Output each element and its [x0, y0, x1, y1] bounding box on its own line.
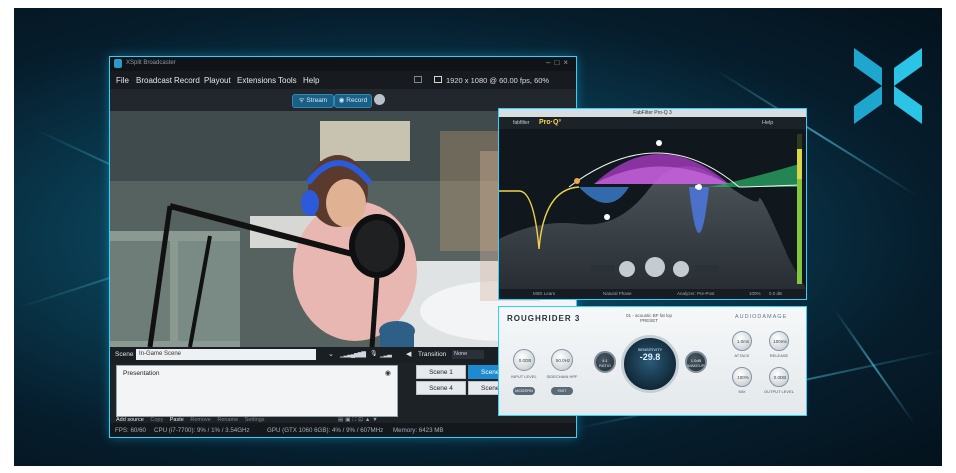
proq-window: FabFilter Pro-Q 3 fabfilter Pro·Q³ Help — [498, 108, 807, 300]
release-label: RELEASE — [769, 353, 789, 358]
output-level-label: OUTPUT LEVEL — [764, 389, 794, 394]
fps-readout: FPS: 60/60 — [115, 427, 146, 434]
proq-help-button[interactable]: Help — [762, 120, 773, 126]
release-value: 100ms — [773, 339, 787, 344]
roughrider-window: ROUGHRIDER 3 01 - acoustic BF fat lop PR… — [498, 306, 807, 416]
stream-label: Stream — [306, 97, 328, 104]
release-knob[interactable]: 100ms — [769, 331, 789, 351]
visibility-eye-icon[interactable]: ◉ — [385, 369, 391, 377]
input-level-value: 0.0DB — [518, 358, 532, 363]
scene-button-4[interactable]: Scene 4 — [416, 381, 466, 395]
output-level-value: 0.0DB — [773, 375, 787, 380]
input-level-knob[interactable]: 0.0DB — [513, 349, 535, 371]
sensitivity-meter[interactable]: SENSITIVITY -29.8 — [621, 335, 679, 393]
chevron-down-icon[interactable]: ⌄ — [328, 350, 334, 358]
memory-readout: Memory: 6423 MB — [393, 427, 444, 434]
proq-product-logo: Pro·Q³ — [539, 119, 561, 126]
roughrider-title: ROUGHRIDER 3 — [507, 314, 581, 323]
proq-brand: fabfilter — [513, 120, 530, 126]
status-bar: FPS: 60/60 CPU (i7-7700): 9% / 1% / 3.54… — [110, 423, 576, 437]
attack-value: 1.0ms — [736, 339, 750, 344]
proq-header: fabfilter Pro·Q³ Help — [499, 117, 806, 129]
mix-knob[interactable]: 100% — [732, 367, 752, 387]
midi-learn-button[interactable]: MIDI Learn — [533, 291, 555, 296]
menu-file[interactable]: File — [116, 76, 129, 85]
maker-logo: AUDIODAMAGE — [735, 314, 788, 320]
record-label: Record — [346, 97, 368, 104]
input-level-label: INPUT LEVEL — [511, 374, 537, 379]
output-level-knob[interactable]: 0.0DB — [769, 367, 789, 387]
fast-sidechain-toggle[interactable]: FAST SIDECHAIN — [551, 387, 573, 395]
scene-label: Scene — [115, 351, 134, 358]
menu-help[interactable]: Help — [303, 76, 319, 85]
analyzer-select[interactable]: Analyzer: Pre-Post — [677, 291, 715, 296]
mix-value: 100% — [737, 375, 749, 380]
speaker-icon[interactable]: ◀ — [406, 350, 411, 358]
camera-icon[interactable] — [374, 94, 385, 105]
phase-mode-select[interactable]: Natural Phase — [603, 291, 632, 296]
xsplit-logo-icon — [854, 48, 922, 124]
sources-panel: Presentation ◉ — [116, 365, 398, 417]
modern-toggle[interactable]: MODERN — [513, 387, 535, 395]
menu-record[interactable]: Record — [174, 76, 200, 85]
zoom-readout[interactable]: 100% — [749, 291, 761, 296]
makeup-button[interactable]: 1.0dB MAKEUP — [685, 351, 707, 373]
sidechain-hpf-label: SIDECHAIN HPF — [546, 374, 578, 379]
transition-select[interactable]: None — [452, 350, 484, 359]
eq-graph[interactable] — [499, 129, 806, 289]
menu-playout[interactable]: Playout — [204, 76, 231, 85]
scene-button-1[interactable]: Scene 1 — [416, 365, 466, 379]
attack-label: ATTACK — [734, 353, 750, 358]
window-controls[interactable]: –□× — [546, 58, 572, 67]
app-icon — [114, 59, 122, 68]
sidechain-hpf-knob[interactable]: 50.0Hz — [551, 349, 573, 371]
menu-extensions[interactable]: Extensions — [237, 76, 276, 85]
menu-tools[interactable]: Tools — [278, 76, 297, 85]
resolution-selector[interactable]: 1920 x 1080 @ 60.00 fps, 60% — [446, 76, 549, 85]
transition-label: Transition — [418, 351, 447, 358]
mix-label: MIX — [738, 389, 746, 394]
ratio-button[interactable]: 4:1 RATIO — [594, 351, 616, 373]
stream-button[interactable]: ᯤ Stream — [292, 94, 334, 108]
record-button[interactable]: ◉ Record — [334, 94, 372, 108]
attack-knob[interactable]: 1.0ms — [732, 331, 752, 351]
makeup-label: MAKEUP — [687, 363, 705, 368]
gpu-readout: GPU (GTX 1060 6GB): 4% / 9% / 607MHz — [267, 427, 384, 434]
menu-broadcast[interactable]: Broadcast — [136, 76, 172, 85]
microphone-icon[interactable]: 🎙︎ — [370, 350, 378, 357]
proq-footer: MIDI Learn Natural Phase Analyzer: Pre-P… — [499, 289, 806, 299]
mic-meter-icon: ▁▂▃ — [380, 352, 392, 358]
window-title: XSplit Broadcaster — [126, 60, 176, 66]
proq-title-bar: FabFilter Pro-Q 3 — [499, 109, 806, 117]
output-gain-readout[interactable]: 0.0 dB — [769, 291, 782, 296]
source-item-presentation[interactable]: Presentation — [123, 370, 160, 377]
cpu-readout: CPU (i7-7700): 9% / 1% / 3.54GHz — [154, 427, 250, 434]
menu-bar: File Broadcast Record Playout Extensions… — [110, 71, 576, 89]
monitor-icon — [434, 76, 442, 83]
sensitivity-value: -29.8 — [639, 352, 661, 362]
preset-label: PRESET — [639, 318, 658, 323]
scene-name-field[interactable]: In-Game Scene — [136, 349, 316, 360]
layout-icon[interactable] — [414, 76, 422, 83]
ratio-label: RATIO — [599, 363, 611, 368]
volume-meter-icon: ▁▂▃▄▅▆▇ — [340, 352, 366, 358]
sidechain-hpf-value: 50.0Hz — [555, 358, 571, 363]
preset-display[interactable]: 01 - acoustic BF fat lop PRESET — [619, 313, 679, 323]
title-bar: XSplit Broadcaster –□× — [110, 57, 576, 71]
